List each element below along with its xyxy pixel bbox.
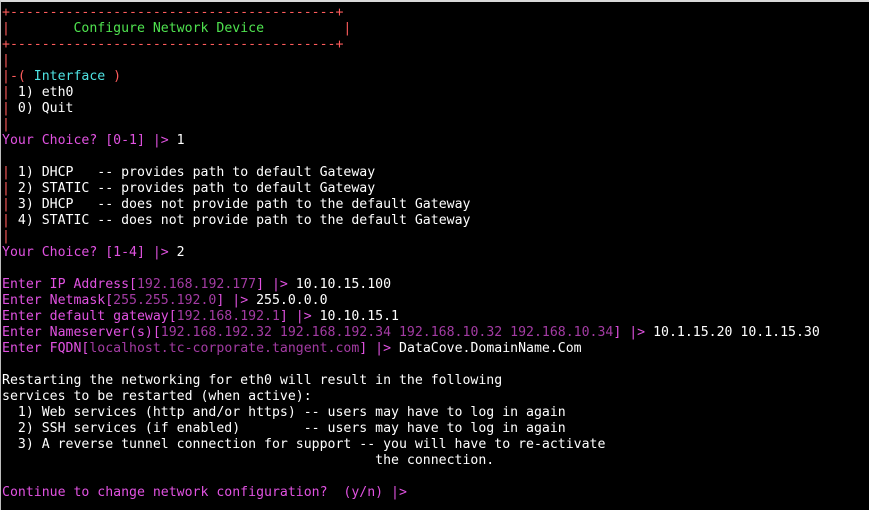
- menu-bar: |: [2, 117, 10, 132]
- menu-header-label: Interface: [25, 69, 114, 84]
- field-label: Enter Nameserver(s)[: [2, 325, 161, 340]
- field-label: Enter default gateway[: [2, 309, 177, 324]
- gateway-field[interactable]: Enter default gateway[192.168.192.1] |> …: [2, 309, 399, 325]
- prompt-answer: 2: [176, 245, 185, 260]
- box-top-border: +---------------------------------------…: [2, 5, 344, 20]
- menu-bar: |: [2, 197, 10, 212]
- field-default: 192.168.192.32 192.168.192.34 192.168.10…: [160, 325, 614, 340]
- menu-bar: |: [2, 85, 10, 100]
- prompt-answer: 1: [176, 133, 185, 148]
- fqdn-field[interactable]: Enter FQDN[localhost.tc-corporate.tangen…: [2, 341, 582, 357]
- menu-option-label: 1) eth0: [9, 85, 74, 100]
- warning-line: 3) A reverse tunnel connection for suppo…: [2, 437, 606, 452]
- field-default: localhost.tc-corporate.tangent.com: [89, 341, 360, 356]
- nameserver-field[interactable]: Enter Nameserver(s)[192.168.192.32 192.1…: [2, 325, 820, 341]
- menu-option-quit[interactable]: | 0) Quit: [2, 101, 73, 117]
- field-default: 255.255.192.0: [113, 293, 217, 308]
- menu-option-label: 0) Quit: [9, 101, 74, 116]
- field-label: Enter FQDN[: [2, 341, 90, 356]
- field-default: 192.168.192.1: [176, 309, 280, 324]
- interface-menu-header: |-( Interface ): [2, 69, 121, 85]
- mode-option-label: 3) DHCP -- does not provide path to the …: [9, 197, 471, 212]
- field-value: 10.10.15.1: [319, 309, 399, 324]
- prompt-text: Your Choice? [1-4] |>: [2, 245, 177, 260]
- field-prompt: ] |>: [256, 277, 296, 292]
- terminal-window[interactable]: +---------------------------------------…: [0, 0, 869, 510]
- field-default: 192.168.192.177: [136, 277, 257, 292]
- mode-option-label: 2) STATIC -- provides path to default Ga…: [9, 181, 376, 196]
- field-value: 10.1.15.20 10.1.15.30: [653, 325, 820, 340]
- menu-header-prefix: |-(: [2, 69, 26, 84]
- field-prompt: ] |>: [359, 341, 399, 356]
- menu-bar: |: [2, 101, 10, 116]
- choice-prompt-interface: Your Choice? [0-1] |> 1: [2, 133, 185, 149]
- field-value: DataCove.DomainName.Com: [399, 341, 582, 356]
- field-value: 10.10.15.100: [295, 277, 392, 292]
- warning-line: Restarting the networking for eth0 will …: [2, 373, 503, 388]
- prompt-text: Your Choice? [0-1] |>: [2, 133, 177, 148]
- menu-bar: |: [2, 181, 10, 196]
- field-prompt: ] |>: [216, 293, 257, 308]
- warning-line: 1) Web services (http and/or https) -- u…: [2, 405, 566, 420]
- warning-line: services to be restarted (when active):: [2, 389, 312, 404]
- box-title: Configure Network Device: [9, 21, 344, 36]
- mode-option-label: 4) STATIC -- does not provide path to th…: [9, 213, 471, 228]
- mode-option-4[interactable]: | 4) STATIC -- does not provide path to …: [2, 213, 470, 229]
- ip-address-field[interactable]: Enter IP Address[192.168.192.177] |> 10.…: [2, 277, 391, 293]
- mode-option-1[interactable]: | 1) DHCP -- provides path to default Ga…: [2, 165, 375, 181]
- menu-bar: |: [2, 165, 10, 180]
- field-prompt: ] |>: [279, 309, 320, 324]
- field-value: 255.0.0.0: [256, 293, 328, 308]
- menu-bar: |: [2, 213, 10, 228]
- box-bottom-border: +---------------------------------------…: [2, 37, 344, 52]
- box-left-edge: |: [2, 21, 10, 36]
- mode-option-label: 1) DHCP -- provides path to default Gate…: [9, 165, 376, 180]
- warning-line: the connection.: [2, 453, 495, 468]
- box-title-row: | Configure Network Device |: [2, 21, 351, 37]
- mode-option-3[interactable]: | 3) DHCP -- does not provide path to th…: [2, 197, 470, 213]
- menu-header-suffix: ): [113, 69, 122, 84]
- field-label: Enter Netmask[: [2, 293, 114, 308]
- menu-bar: |: [2, 229, 10, 244]
- warning-line: 2) SSH services (if enabled) -- users ma…: [2, 421, 566, 436]
- confirm-prompt[interactable]: Continue to change network configuration…: [2, 485, 415, 501]
- menu-option-eth0[interactable]: | 1) eth0: [2, 85, 73, 101]
- menu-bar: |: [2, 53, 10, 68]
- box-right-edge: |: [343, 21, 352, 36]
- mode-option-2[interactable]: | 2) STATIC -- provides path to default …: [2, 181, 375, 197]
- field-label: Enter IP Address[: [2, 277, 137, 292]
- choice-prompt-mode: Your Choice? [1-4] |> 2: [2, 245, 185, 261]
- field-prompt: ] |>: [613, 325, 654, 340]
- netmask-field[interactable]: Enter Netmask[255.255.192.0] |> 255.0.0.…: [2, 293, 328, 309]
